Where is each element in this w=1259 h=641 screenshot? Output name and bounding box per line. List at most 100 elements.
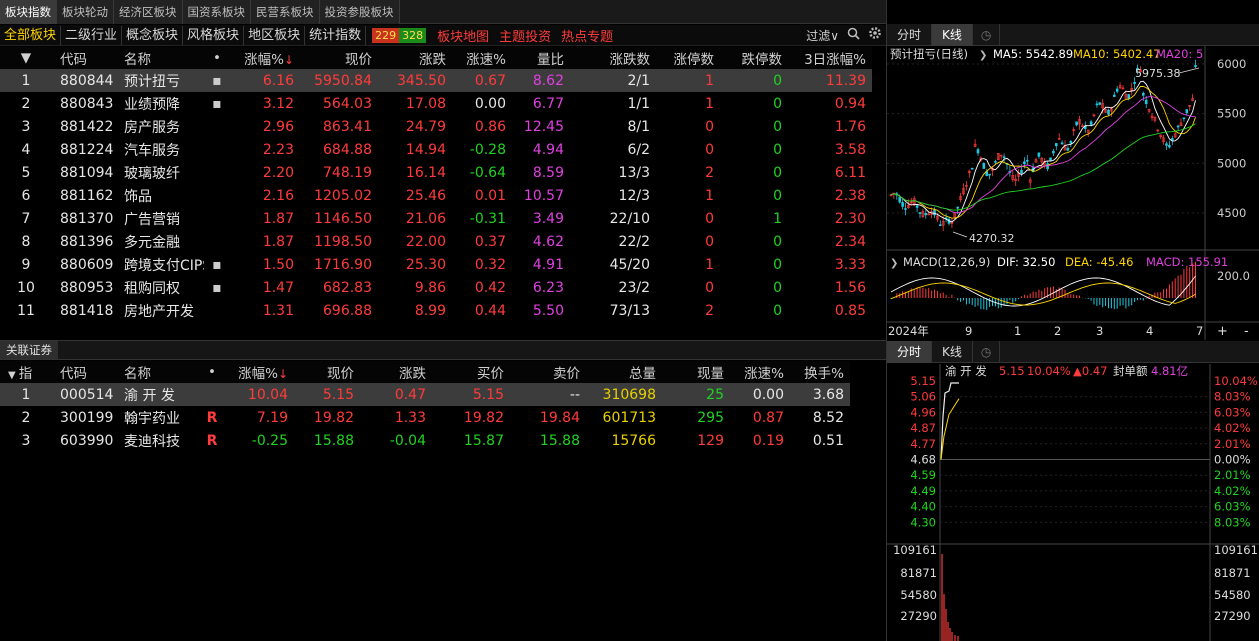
table-row[interactable]: 4 881224 汽车服务 2.23 684.88 14.94 -0.28 4.94 6/2 0 0… <box>0 138 872 161</box>
table-row[interactable]: 1 880844 预计扭亏 ▪ 6.16 5950.84 345.50 0.67 8.62 2/1… <box>0 69 872 92</box>
sub-nav-link-0[interactable]: 板块地图 <box>432 26 494 45</box>
sub-nav-links: 板块地图 主题投资 热点专题 <box>432 26 618 45</box>
cell-price: 696.88 <box>323 302 372 319</box>
table-row[interactable]: 5 881094 玻璃玻纤 2.20 748.19 16.14 -0.64 8.59 13/3 2… <box>0 161 872 184</box>
cell-speed: 0.00 <box>474 95 506 112</box>
chevron-icon-macd[interactable]: ❯ <box>890 258 898 269</box>
sub-nav-link-1[interactable]: 主题投资 <box>494 26 556 45</box>
filter-dropdown[interactable]: 过滤∨ <box>806 27 839 44</box>
table-row[interactable]: 2 880843 业绩预降 ▪ 3.12 564.03 17.08 0.00 6.77 1/1 1 0… <box>0 92 872 115</box>
related-header-1[interactable]: 代码 <box>52 361 116 383</box>
cell-diff: 8.99 <box>414 302 446 319</box>
tab-kline[interactable]: K线 <box>932 24 973 46</box>
kline-chart[interactable]: 预计扭亏(日线) ❯ MA5: 5542.89 MA10: 5402.47MA20: … <box>887 46 1259 340</box>
sub-nav-item-5[interactable]: 统计指数 <box>305 25 367 45</box>
table-row[interactable]: 3 881422 房产服务 2.96 863.41 24.79 0.86 12.45 8/1 0 0… <box>0 115 872 138</box>
table-row[interactable]: 10 880953 租购同权 ▪ 1.47 682.83 9.86 0.42 6.23 23/2 0… <box>0 276 872 299</box>
top-tab-1[interactable]: 板块轮动 <box>57 0 114 24</box>
related-header-0[interactable]: ▼ 指 <box>0 361 52 383</box>
sector-header-label: 涨幅% <box>244 52 284 68</box>
zoom-out-button[interactable]: - <box>1244 324 1249 339</box>
cell-name: 汽车服务 <box>124 142 180 159</box>
sub-nav-item-0[interactable]: 全部板块 <box>0 25 62 45</box>
table-row[interactable]: 2 300199 翰宇药业 R 7.19 19.82 1.33 19.82 19.84 60171… <box>0 406 850 429</box>
clock-icon-2[interactable]: ◷ <box>973 341 1001 363</box>
cell-lu: 0 <box>705 118 714 135</box>
tab-intraday[interactable]: 分时 <box>887 24 933 46</box>
related-header-5[interactable]: 现价 <box>294 361 360 383</box>
table-row[interactable]: 3 603990 麦迪科技 R -0.25 15.88 -0.04 15.87 15.88 157… <box>0 429 850 452</box>
related-header-7[interactable]: 买价 <box>432 361 510 383</box>
sector-header-label: 代码 <box>60 52 87 68</box>
cell-chg: 1.31 <box>262 302 294 319</box>
kline-x-label-4: 3 <box>1096 324 1103 338</box>
sub-nav-item-3[interactable]: 风格板块 <box>183 25 245 45</box>
sector-header-8[interactable]: 涨跌数 <box>570 47 656 69</box>
table-row[interactable]: 9 880609 跨境支付CIPS ▪ 1.50 1716.90 25.30 0.32 4.91… <box>0 253 872 276</box>
cell-ud: 6/2 <box>627 141 650 158</box>
intraday-price-tick-1: 5.06 <box>910 390 936 404</box>
sub-nav-item-2[interactable]: 概念板块 <box>122 25 184 45</box>
search-icon[interactable] <box>847 27 860 44</box>
sector-header-11[interactable]: 3日涨幅% <box>788 47 872 69</box>
sector-header-6[interactable]: 涨速% <box>452 47 512 69</box>
sector-header-3[interactable]: 涨幅%↓ <box>230 47 300 69</box>
cell-diff: 25.30 <box>405 256 446 273</box>
related-header-label: 换手% <box>804 366 844 382</box>
sector-header-4[interactable]: 现价 <box>300 47 378 69</box>
sort-caret-header[interactable]: ▼ <box>0 47 52 69</box>
cell-ld: 0 <box>773 302 782 319</box>
table-row[interactable]: 1 000514 渝 开 发 10.04 5.15 0.47 5.15 -- 310698 25 0… <box>0 383 850 406</box>
sector-header-9[interactable]: 涨停数 <box>656 47 720 69</box>
cell-chg3: 3.33 <box>834 256 866 273</box>
related-header-9[interactable]: 总量 <box>586 361 662 383</box>
sector-header-7[interactable]: 量比 <box>512 47 570 69</box>
cell-chg3: 0.85 <box>834 302 866 319</box>
table-row[interactable]: 11 881418 房地产开发 1.31 696.88 8.99 0.44 5.50 73/13… <box>0 299 872 322</box>
related-header-label: 涨速% <box>744 366 784 382</box>
related-header-8[interactable]: 卖价 <box>510 361 586 383</box>
table-row[interactable]: 8 881396 多元金融 1.87 1198.50 22.00 0.37 4.62 22/2 0… <box>0 230 872 253</box>
top-tab-5[interactable]: 投资参股板块 <box>319 0 400 24</box>
intraday-vol-tick-right-3: 27290 <box>1214 609 1251 623</box>
sector-header-1[interactable]: 名称 <box>116 47 204 69</box>
table-row[interactable]: 7 881370 广告营销 1.87 1146.50 21.06 -0.31 3.49 22/1… <box>0 207 872 230</box>
top-tab-3[interactable]: 国资系板块 <box>182 0 251 24</box>
related-header-3[interactable]: • <box>194 361 230 383</box>
cell-code: 880843 <box>60 95 114 112</box>
chevron-icon[interactable]: ❯ <box>979 50 987 61</box>
sub-nav-item-1[interactable]: 二级行业 <box>61 25 123 45</box>
tab-intraday-2[interactable]: 分时 <box>887 341 933 363</box>
sector-header-label: 现价 <box>345 52 372 68</box>
related-header-6[interactable]: 涨跌 <box>360 361 432 383</box>
clock-icon[interactable]: ◷ <box>973 24 1001 46</box>
related-header-4[interactable]: 涨幅%↓ <box>230 361 294 383</box>
top-tab-2[interactable]: 经济区板块 <box>114 0 183 24</box>
sector-header-10[interactable]: 跌停数 <box>720 47 788 69</box>
related-header-11[interactable]: 涨速% <box>730 361 790 383</box>
cell-vol: 15766 <box>611 432 656 449</box>
cell-price: 1205.02 <box>314 187 372 204</box>
zoom-in-button[interactable]: + <box>1217 324 1228 339</box>
cell-mark <box>204 184 230 207</box>
related-header-2[interactable]: 名称 <box>116 361 194 383</box>
intraday-chart[interactable]: 渝 开 发 5.15 10.04% ▲0.47 封单额 4.81亿5.15 10.04%5.… <box>887 364 1259 641</box>
cell-name: 多元金融 <box>124 234 180 251</box>
gear-icon[interactable] <box>868 26 882 44</box>
sector-header-2[interactable]: • <box>204 47 230 69</box>
related-header-10[interactable]: 现量 <box>662 361 730 383</box>
table-row[interactable]: 6 881162 饰品 2.16 1205.02 25.46 0.01 10.57 12/3 1 0… <box>0 184 872 207</box>
related-securities-tab[interactable]: 关联证券 <box>0 341 58 359</box>
cell-speed: 0.37 <box>474 233 506 250</box>
sub-nav-item-4[interactable]: 地区板块 <box>244 25 306 45</box>
top-tab-0[interactable]: 板块指数 <box>0 0 57 24</box>
cell-idx: 9 <box>21 256 31 273</box>
sector-header-0[interactable]: 代码 <box>52 47 116 69</box>
sector-header-5[interactable]: 涨跌 <box>378 47 452 69</box>
cell-diff: 14.94 <box>405 141 446 158</box>
related-header-12[interactable]: 换手% <box>790 361 850 383</box>
tab-kline-2[interactable]: K线 <box>932 341 973 363</box>
cell-idx: 5 <box>21 164 31 181</box>
sub-nav-link-2[interactable]: 热点专题 <box>556 26 618 45</box>
top-tab-4[interactable]: 民营系板块 <box>251 0 320 24</box>
